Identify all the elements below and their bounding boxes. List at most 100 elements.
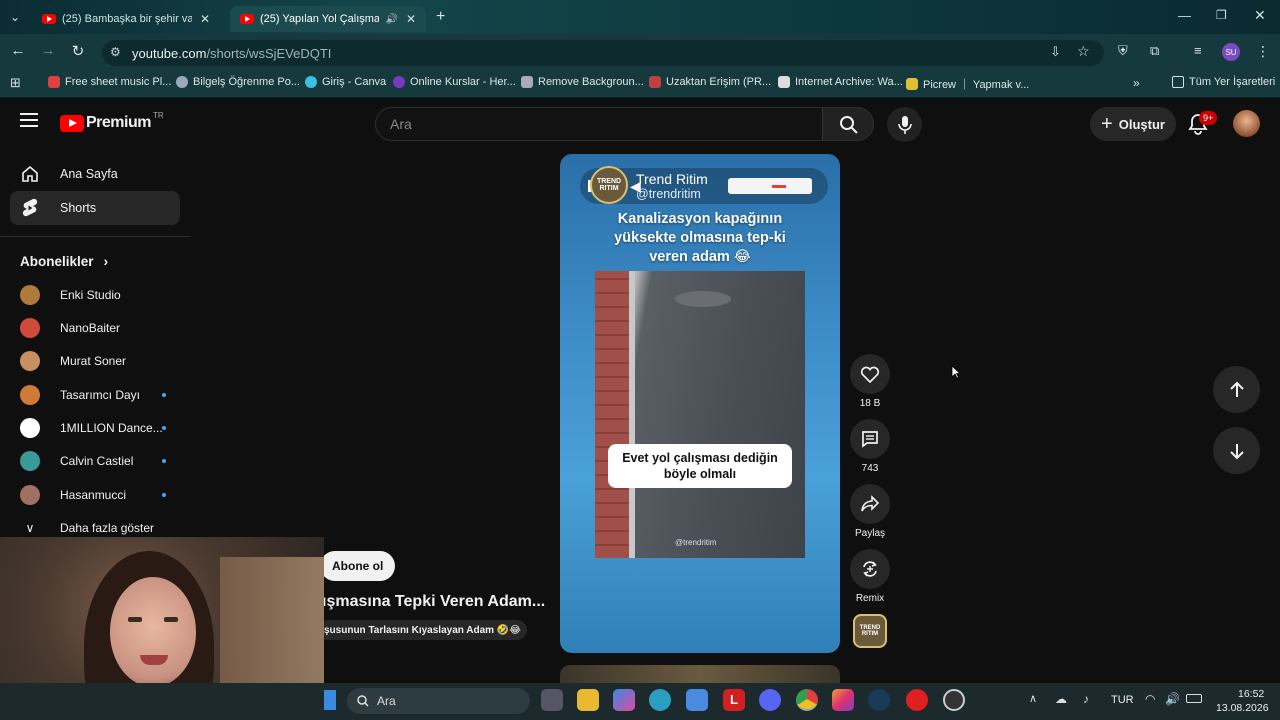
instagram-icon[interactable]	[832, 689, 854, 711]
bookmark-item[interactable]: Giriş - Canva	[305, 76, 386, 88]
channel-avatar[interactable]: TREND RITIM	[590, 166, 628, 204]
bookmark-item[interactable]: Free sheet music Pl...	[48, 76, 171, 88]
subscription-item[interactable]: 1MILLION Dance...	[10, 413, 180, 443]
share-button[interactable]	[850, 484, 890, 524]
clock-date[interactable]: 13.08.2026	[1216, 702, 1269, 714]
channel-avatar	[20, 418, 40, 438]
steam-icon[interactable]	[868, 689, 890, 711]
bookmark-item[interactable]: Online Kurslar - Her...	[393, 76, 516, 88]
next-short-preview[interactable]	[560, 665, 840, 683]
subscription-item[interactable]: Tasarımcı Dayı	[10, 380, 180, 410]
subscriptions-header[interactable]: Abonelikler ›	[20, 253, 108, 269]
comment-action[interactable]: 743	[850, 419, 890, 474]
bookmark-item[interactable]: Uzaktan Erişim (PR...	[649, 76, 771, 88]
bookmark-item[interactable]: Internet Archive: Wa...	[778, 76, 903, 88]
search-input[interactable]: Ara	[375, 107, 823, 141]
youtube-logo[interactable]: Premium TR	[60, 111, 164, 132]
media-icon[interactable]: ≡	[1194, 43, 1202, 58]
remix-action[interactable]: Remix	[850, 549, 890, 604]
url-host: youtube.com	[132, 45, 207, 61]
start-button[interactable]	[324, 690, 336, 710]
site-info-icon[interactable]: ⚙	[110, 45, 121, 59]
volume-slider[interactable]	[728, 178, 812, 194]
subscribe-button[interactable]: Abone ol	[320, 551, 396, 581]
comment-button[interactable]	[850, 419, 890, 459]
store-icon[interactable]	[686, 689, 708, 711]
tab-1[interactable]: (25) Bambaşka bir şehir vaar... ✕	[32, 6, 222, 32]
subscription-item[interactable]: Hasanmucci	[10, 480, 180, 510]
tab-2-title: (25) Yapılan Yol Çalışmasına	[260, 13, 380, 25]
channel-avatar	[20, 351, 40, 371]
close-icon[interactable]: ✕	[406, 12, 416, 26]
sidebar-divider	[0, 236, 190, 237]
hamburger-menu-icon[interactable]	[20, 113, 38, 127]
more-options-icon[interactable]: ⋮	[804, 176, 818, 193]
wifi-icon[interactable]: ◠	[1145, 692, 1155, 706]
account-avatar[interactable]	[1233, 110, 1260, 137]
discord-icon[interactable]	[759, 689, 781, 711]
file-explorer-icon[interactable]	[577, 689, 599, 711]
like-action[interactable]: 18 B	[850, 354, 890, 409]
reload-button[interactable]: ↻	[68, 42, 88, 60]
copilot-icon[interactable]	[613, 689, 635, 711]
new-tab-button[interactable]: +	[436, 8, 445, 26]
install-icon[interactable]: ⇩	[1050, 44, 1061, 60]
apps-grid-icon[interactable]: ⊞	[10, 75, 21, 91]
all-bookmarks-folder[interactable]: Tüm Yer İşaretleri	[1172, 76, 1275, 88]
taskbar-search[interactable]: Ara	[347, 688, 530, 714]
bookmark-star-icon[interactable]: ☆	[1077, 43, 1090, 60]
related-video-chip[interactable]: şusunun Tarlasını Kıyaslayan Adam 🤣😂	[318, 620, 527, 640]
remix-button[interactable]	[850, 549, 890, 589]
edge-icon[interactable]	[649, 689, 671, 711]
sound-avatar[interactable]: TREND RITIM	[853, 614, 887, 648]
battery-icon[interactable]	[1186, 694, 1202, 703]
short-title[interactable]: ışmasına Tepki Veren Adam...	[322, 593, 554, 611]
maximize-button[interactable]: ❐	[1216, 8, 1227, 22]
onedrive-icon[interactable]: ☁	[1055, 692, 1067, 706]
recorder-icon[interactable]	[943, 689, 965, 711]
close-window-button[interactable]: ✕	[1254, 7, 1266, 24]
browser-menu-icon[interactable]: ⋮	[1256, 43, 1270, 60]
mic-icon[interactable]: ♪	[1083, 692, 1089, 706]
tray-chevron-icon[interactable]: ∧	[1029, 692, 1037, 705]
next-short-button[interactable]	[1213, 427, 1260, 474]
minimize-button[interactable]: —	[1178, 8, 1191, 23]
input-language[interactable]: TUR	[1111, 694, 1134, 706]
task-view-icon[interactable]	[541, 689, 563, 711]
youtube-music-icon[interactable]	[906, 689, 928, 711]
channel-name[interactable]: Trend Ritim	[636, 171, 708, 187]
subscription-item[interactable]: NanoBaiter	[10, 313, 180, 343]
forward-button[interactable]: →	[38, 42, 58, 59]
url-input[interactable]: ⚙ youtube.com/shorts/wsSjEVeDQTI	[102, 40, 1104, 66]
watermark: @trendritim	[675, 538, 717, 547]
bookmark-item[interactable]: Remove Backgroun...	[521, 76, 644, 88]
sidebar-item-shorts[interactable]: Shorts	[10, 191, 180, 225]
tab-list-icon[interactable]: ⌄	[10, 10, 20, 24]
app-l-icon[interactable]: L	[723, 689, 745, 711]
bookmark-item[interactable]: Picrew ｜ Yapmak v...	[906, 76, 1029, 92]
speaker-icon[interactable]: 🔊	[385, 14, 397, 25]
previous-short-button[interactable]	[1213, 366, 1260, 413]
create-button[interactable]: + Oluştur	[1090, 107, 1176, 141]
search-icon	[840, 116, 858, 134]
chrome-icon[interactable]	[796, 689, 818, 711]
subscription-item[interactable]: Enki Studio	[10, 280, 180, 310]
subscription-item[interactable]: Murat Soner	[10, 346, 180, 376]
bookmark-item[interactable]: Bilgelş Öğrenme Po...	[176, 76, 300, 88]
back-button[interactable]: ←	[8, 42, 28, 59]
sidebar-item-home[interactable]: Ana Sayfa	[10, 157, 180, 191]
close-icon[interactable]: ✕	[200, 12, 210, 26]
share-action[interactable]: Paylaş	[850, 484, 890, 539]
bookmarks-overflow-icon[interactable]: »	[1133, 76, 1140, 90]
shorts-player[interactable]: TREND RITIM ◀ Trend Ritim @trendritim ⋮ …	[560, 154, 840, 653]
profile-avatar[interactable]: SU	[1222, 43, 1240, 61]
like-button[interactable]	[850, 354, 890, 394]
tab-2[interactable]: (25) Yapılan Yol Çalışmasına 🔊 ✕	[230, 6, 426, 32]
volume-icon[interactable]: 🔊	[1165, 692, 1180, 706]
extensions-icon[interactable]: ⧉	[1150, 43, 1159, 59]
clock-time[interactable]: 16:52	[1238, 688, 1264, 700]
search-button[interactable]	[822, 107, 874, 141]
shield-icon[interactable]: ⛨	[1118, 43, 1128, 59]
subscription-item[interactable]: Calvin Castiel	[10, 446, 180, 476]
voice-search-button[interactable]	[887, 107, 922, 142]
